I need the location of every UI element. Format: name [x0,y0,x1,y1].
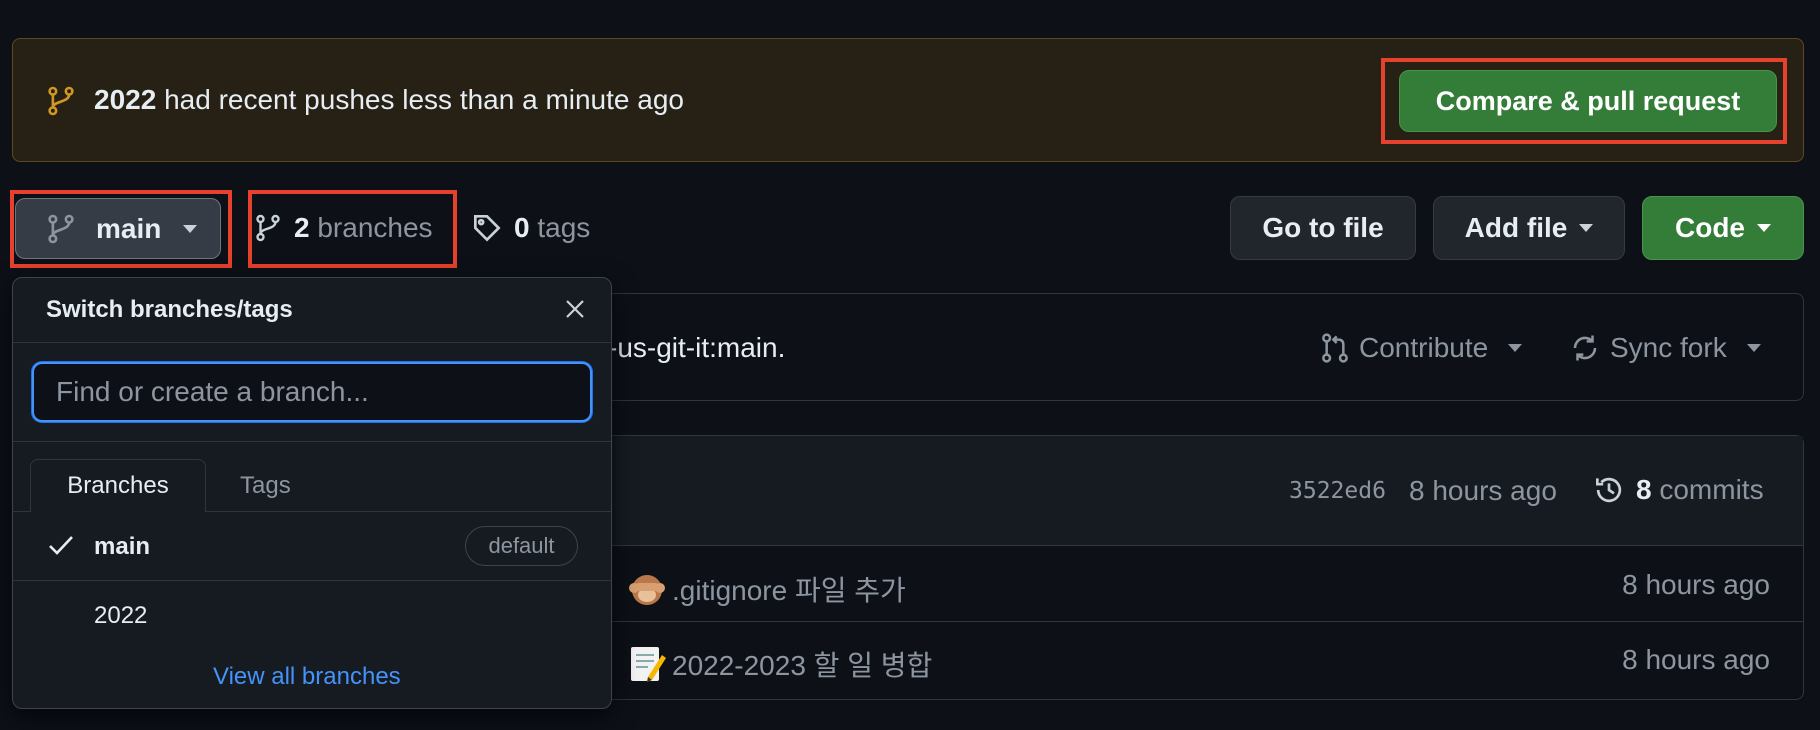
sync-fork-button[interactable]: Sync fork [1570,332,1761,364]
tag-icon [472,213,502,243]
commits-count: 8 [1636,474,1652,505]
sync-fork-label: Sync fork [1610,332,1727,363]
history-icon [1594,475,1624,505]
see-no-evil-monkey-icon [626,568,668,610]
chevron-down-icon [1746,344,1761,352]
divider [13,342,611,343]
code-button[interactable]: Code [1642,196,1804,260]
chevron-down-icon [1508,344,1523,352]
add-file-label: Add file [1464,212,1568,243]
commit-time: 8 hours ago [1409,475,1557,506]
highlight-box [248,190,457,268]
divider [13,441,611,442]
tags-link[interactable]: 0 tags [472,212,590,244]
highlight-box [10,190,232,268]
chevron-down-icon [1757,224,1771,232]
file-time: 8 hours ago [1622,644,1770,675]
branch-search-input[interactable] [32,362,592,422]
branch-item-2022[interactable]: 2022 [94,602,147,630]
highlight-box [1381,58,1787,144]
commits-link[interactable]: 8 commits [1594,474,1764,506]
git-branch-icon [48,86,74,116]
fork-status-text: -us-git-it:main. [608,332,786,363]
contribute-label: Contribute [1359,332,1489,363]
pushed-branch-name: 2022 [94,84,157,115]
code-label: Code [1675,212,1745,243]
list-item[interactable]: 2022-2023 할 일 병합 [626,643,932,685]
go-to-file-label: Go to file [1262,212,1384,243]
commit-message: 2022-2023 할 일 병합 [672,650,933,681]
commit-message: .gitignore 파일 추가 [672,575,906,606]
file-time: 8 hours ago [1622,569,1770,600]
commit-sha-link[interactable]: 3522ed6 [1289,478,1386,504]
add-file-button[interactable]: Add file [1433,196,1625,260]
tab-branches[interactable]: Branches [30,459,206,512]
git-pull-request-icon [1321,333,1349,363]
recent-push-text: had recent pushes less than a minute ago [156,84,684,115]
commits-label: commits [1651,474,1764,505]
contribute-button[interactable]: Contribute [1321,332,1523,364]
check-icon [48,534,74,556]
recent-push-message: 2022 had recent pushes less than a minut… [94,84,684,116]
dropdown-title: Switch branches/tags [46,296,293,323]
tags-label: tags [529,212,591,243]
close-icon[interactable] [564,298,586,320]
branch-item-main[interactable]: main [94,533,150,561]
sync-icon [1570,333,1600,363]
tags-count: 0 [514,212,530,243]
default-badge: default [465,526,578,566]
tab-tags[interactable]: Tags [240,472,291,500]
memo-icon [626,643,668,685]
go-to-file-button[interactable]: Go to file [1230,196,1416,260]
divider [13,580,611,581]
chevron-down-icon [1579,224,1594,232]
list-item[interactable]: .gitignore 파일 추가 [626,568,906,610]
view-all-branches-link[interactable]: View all branches [213,663,401,691]
